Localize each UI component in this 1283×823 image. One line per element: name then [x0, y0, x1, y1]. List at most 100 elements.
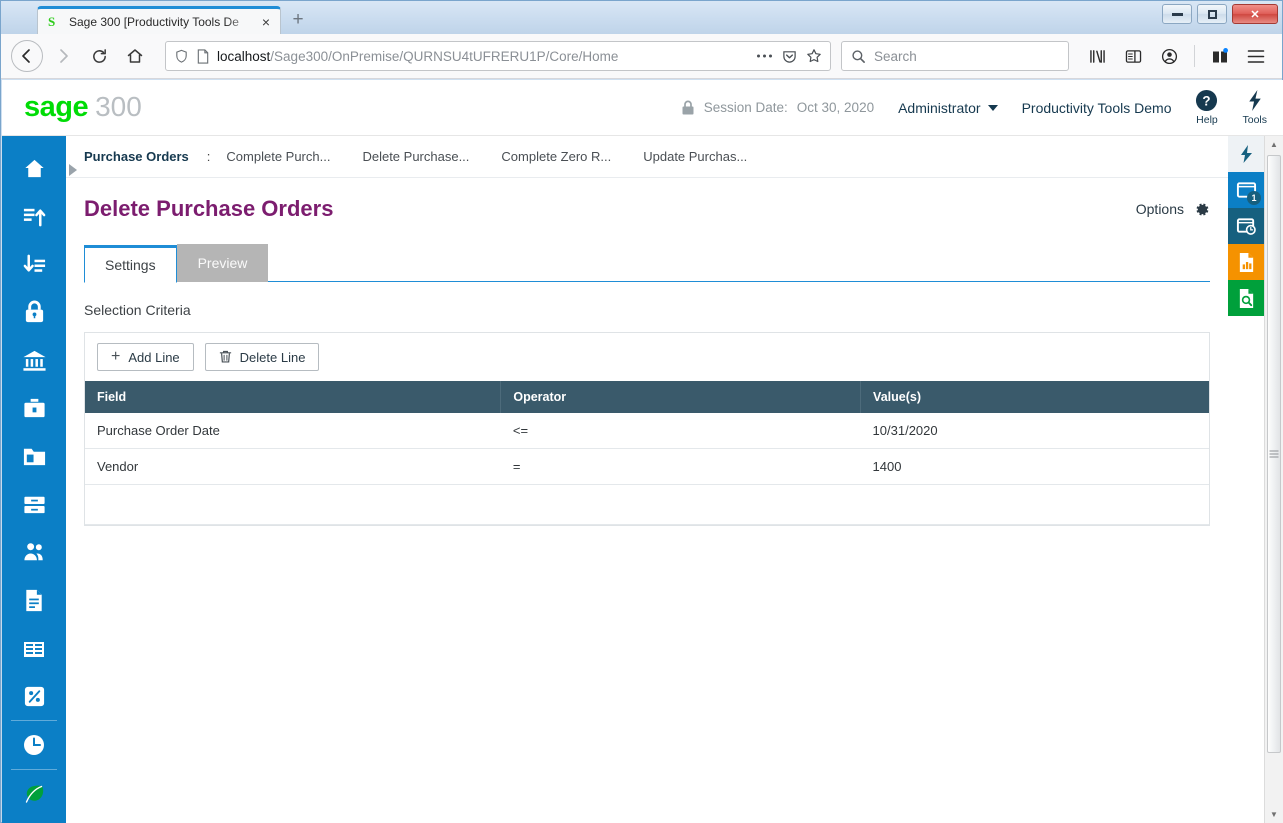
grid-toolbar: + Add Line Delete Line: [85, 333, 1209, 381]
sidebar-item-recent[interactable]: [2, 721, 66, 769]
breadcrumb-item-3[interactable]: Complete Zero R...: [501, 149, 611, 164]
briefcase-icon: [23, 398, 45, 417]
options-button[interactable]: Options: [1136, 201, 1210, 218]
page-icon: [197, 48, 209, 64]
sidebar-item-grid[interactable]: [2, 624, 66, 672]
sidebar-item-security[interactable]: [2, 288, 66, 336]
new-tab-button[interactable]: +: [281, 6, 315, 34]
user-menu[interactable]: Administrator: [898, 100, 998, 116]
cell-value[interactable]: 1400: [860, 448, 1209, 485]
cell-field[interactable]: [85, 484, 501, 525]
sidebar-item-accounts-receivable[interactable]: [2, 192, 66, 240]
help-button[interactable]: ? Help: [1195, 89, 1218, 126]
tab-strip: S Sage 300 [Productivity Tools De × +: [1, 1, 315, 34]
selection-criteria-panel: + Add Line Delete Line Field Operator Va…: [84, 332, 1210, 526]
inquiry-panel-button[interactable]: [1228, 280, 1264, 316]
close-button[interactable]: ✕: [1232, 4, 1278, 24]
cell-field[interactable]: Vendor: [85, 448, 501, 485]
reload-button[interactable]: [83, 40, 115, 72]
scroll-up-arrow[interactable]: ▲: [1265, 136, 1283, 153]
cell-operator[interactable]: =: [500, 448, 861, 485]
inventory-drawer-icon: [23, 496, 45, 513]
sidebar-icon[interactable]: [1117, 40, 1149, 72]
home-button[interactable]: [119, 40, 151, 72]
table-row-empty[interactable]: [85, 484, 1209, 525]
table-row[interactable]: Vendor = 1400: [85, 448, 1209, 485]
window-clock-icon: [1236, 218, 1256, 235]
grid-table-icon: [24, 639, 44, 657]
tab-favicon-icon: S: [48, 13, 56, 29]
breadcrumb-item-4[interactable]: Update Purchas...: [643, 149, 747, 164]
maximize-button[interactable]: [1197, 4, 1227, 24]
scrollbar-thumb[interactable]: [1267, 155, 1281, 753]
account-icon[interactable]: [1153, 40, 1185, 72]
chart-document-icon: [1239, 252, 1253, 272]
sidebar-item-sage-leaf[interactable]: [2, 770, 66, 818]
column-header-operator[interactable]: Operator: [500, 381, 862, 413]
minimize-button[interactable]: [1162, 4, 1192, 24]
lock-icon: [682, 100, 694, 114]
extensions-gift-icon[interactable]: [1204, 40, 1236, 72]
breadcrumb-expand-icon[interactable]: [69, 164, 77, 176]
cell-value[interactable]: 10/31/2020: [860, 413, 1209, 449]
cell-field[interactable]: Purchase Order Date: [85, 413, 501, 449]
scrollbar-grip: [1269, 450, 1279, 458]
cell-operator[interactable]: [500, 484, 861, 525]
report-panel-button[interactable]: [1228, 244, 1264, 280]
sage-leaf-icon: [25, 785, 44, 803]
chevron-down-icon: [987, 104, 998, 111]
sidebar-item-accounts-payable[interactable]: [2, 240, 66, 288]
breadcrumb: Purchase Orders : Complete Purch... Dele…: [66, 136, 1228, 178]
clock-icon: [24, 735, 44, 755]
plus-icon: +: [111, 348, 121, 365]
sidebar-item-inventory[interactable]: [2, 480, 66, 528]
pocket-icon: [783, 50, 796, 63]
sidebar-item-employees[interactable]: [2, 528, 66, 576]
column-header-values[interactable]: Value(s): [860, 381, 1209, 413]
sidebar-item-bank[interactable]: [2, 336, 66, 384]
help-label: Help: [1196, 114, 1218, 126]
page-scrollbar[interactable]: ▲ ▼: [1264, 136, 1283, 823]
library-icon[interactable]: [1081, 40, 1113, 72]
scroll-down-arrow[interactable]: ▼: [1265, 806, 1283, 823]
shield-icon: [176, 49, 187, 63]
search-box[interactable]: Search: [841, 41, 1069, 71]
browser-window: S Sage 300 [Productivity Tools De × + ✕: [0, 0, 1283, 823]
menu-icon[interactable]: [1240, 40, 1272, 72]
window-clock-panel-button[interactable]: [1228, 208, 1264, 244]
sidebar-item-reports[interactable]: [2, 576, 66, 624]
url-bar[interactable]: localhost/Sage300/OnPremise/QURNSU4tUFRE…: [165, 41, 831, 71]
cell-value[interactable]: [860, 484, 1209, 525]
tab-settings[interactable]: Settings: [84, 245, 177, 283]
sidebar-item-projects[interactable]: [2, 384, 66, 432]
tools-label: Tools: [1242, 114, 1267, 126]
back-button[interactable]: [11, 40, 43, 72]
sidebar-item-taxes[interactable]: [2, 672, 66, 720]
table-row[interactable]: Purchase Order Date <= 10/31/2020: [85, 413, 1209, 449]
breadcrumb-root[interactable]: Purchase Orders: [84, 149, 189, 164]
add-line-button[interactable]: + Add Line: [97, 343, 194, 371]
cell-operator[interactable]: <=: [500, 413, 861, 449]
tab-preview[interactable]: Preview: [176, 244, 269, 282]
search-input[interactable]: Search: [874, 49, 917, 64]
sidebar-item-home[interactable]: [2, 144, 66, 192]
breadcrumb-item-2[interactable]: Delete Purchase...: [362, 149, 469, 164]
breadcrumb-item-1[interactable]: Complete Purch...: [226, 149, 330, 164]
forward-button[interactable]: [47, 40, 79, 72]
title-bar: S Sage 300 [Productivity Tools De × + ✕: [1, 1, 1282, 34]
tab-bar: Settings Preview: [66, 222, 1228, 283]
url-text: localhost/Sage300/OnPremise/QURNSU4tUFRE…: [217, 49, 618, 64]
url-host: localhost: [217, 48, 271, 64]
tools-button[interactable]: Tools: [1242, 89, 1267, 126]
window-panel-button[interactable]: 1: [1228, 172, 1264, 208]
browser-tab[interactable]: S Sage 300 [Productivity Tools De ×: [37, 6, 281, 34]
sidebar-item-general-ledger[interactable]: [2, 432, 66, 480]
column-header-field[interactable]: Field: [85, 381, 502, 413]
browser-tool-icons: [1081, 40, 1272, 72]
delete-line-button[interactable]: Delete Line: [204, 343, 320, 371]
help-icon: ?: [1196, 89, 1218, 112]
tab-close-icon[interactable]: ×: [258, 14, 274, 30]
flash-panel-button[interactable]: [1228, 136, 1264, 172]
sage-logo[interactable]: sage 300: [24, 91, 142, 124]
trash-icon: [219, 350, 231, 363]
